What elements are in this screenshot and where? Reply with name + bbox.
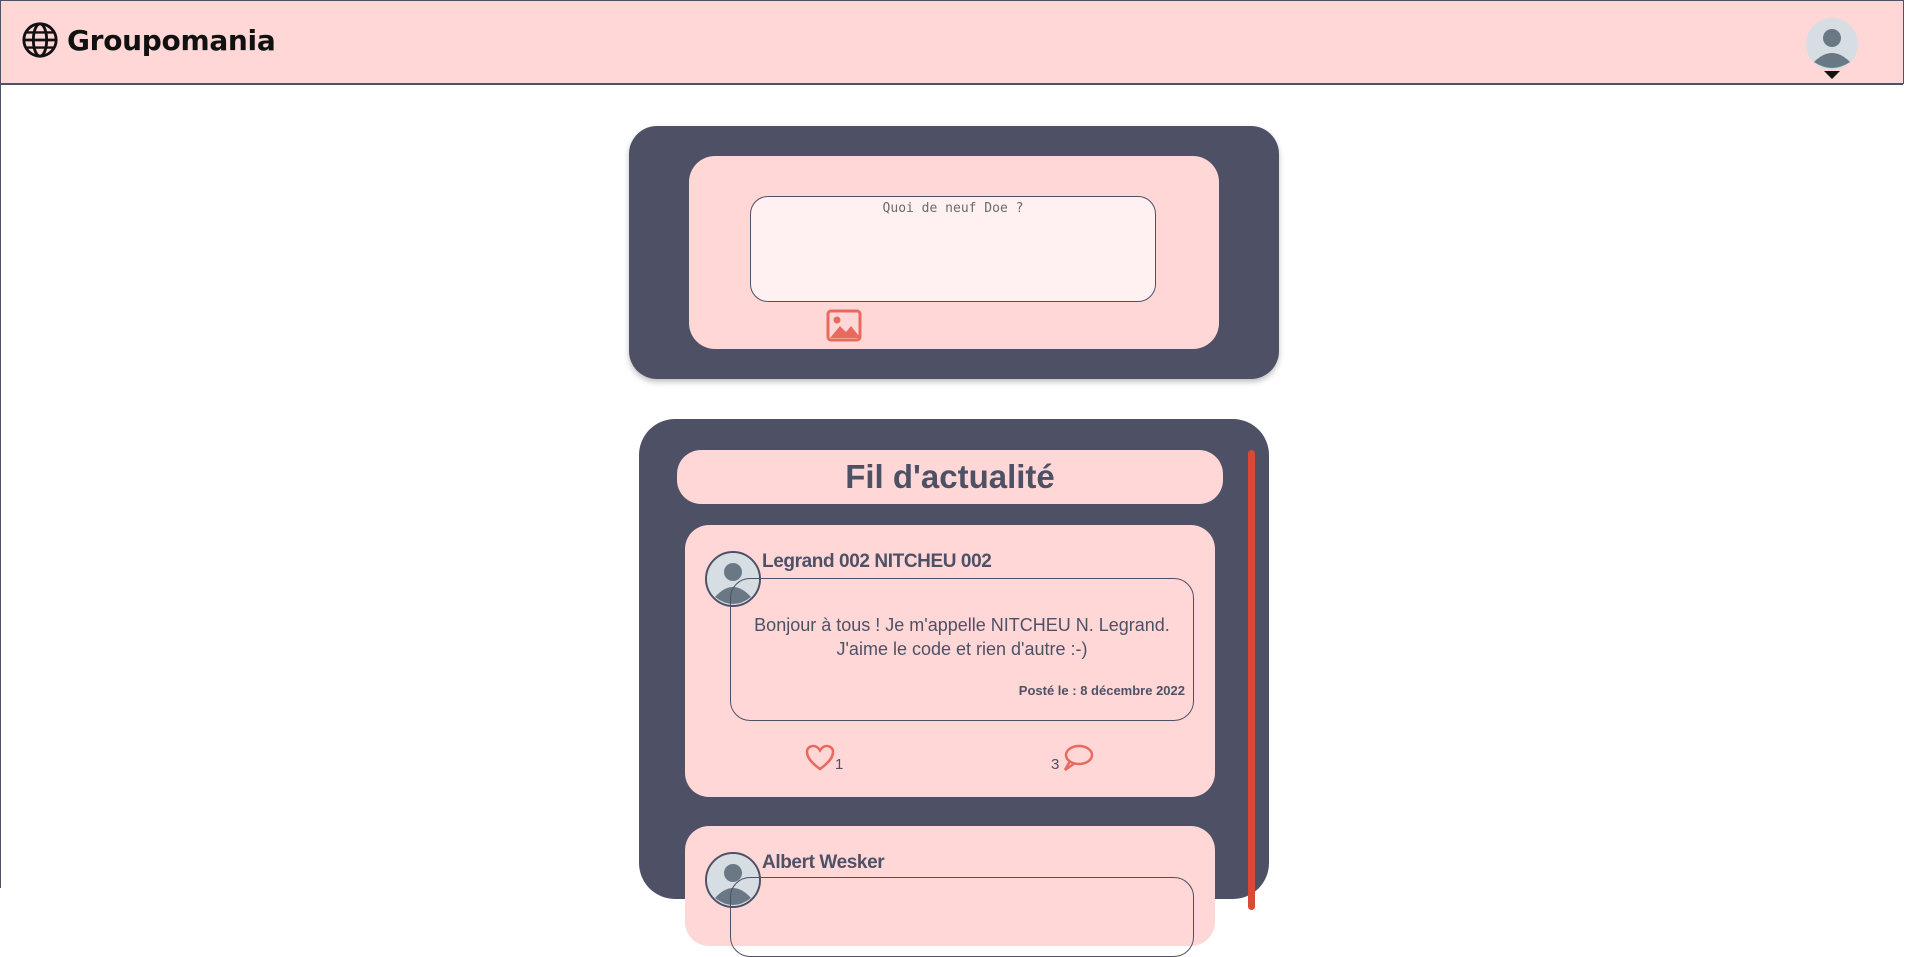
top-header: Groupomania [0, 0, 1904, 85]
profile-menu-button[interactable] [1806, 18, 1858, 79]
post-card: Legrand 002 NITCHEU 002 Bonjour à tous !… [685, 525, 1215, 797]
image-icon [826, 309, 862, 342]
composer-card [689, 156, 1219, 349]
post-composer [629, 126, 1279, 379]
like-button[interactable] [805, 744, 835, 775]
like-count: 1 [835, 756, 844, 773]
post-card: Albert Wesker [685, 826, 1215, 957]
page-edge [0, 84, 1, 888]
chevron-down-icon [1824, 71, 1840, 79]
feed-title: Fil d'actualité [677, 450, 1223, 504]
post-content: Bonjour à tous ! Je m'appelle NITCHEU N.… [730, 578, 1194, 721]
post-content [730, 877, 1194, 957]
post-text: Bonjour à tous ! Je m'appelle NITCHEU N.… [754, 615, 1170, 659]
user-avatar-icon [1806, 18, 1858, 70]
feed-scrollbar[interactable] [1248, 450, 1255, 910]
comment-count: 3 [1051, 756, 1060, 773]
post-author[interactable]: Albert Wesker [762, 852, 885, 874]
heart-icon [805, 744, 835, 771]
speech-bubble-icon [1063, 744, 1094, 772]
globe-icon [22, 22, 58, 58]
post-author[interactable]: Legrand 002 NITCHEU 002 [762, 551, 992, 573]
brand-name: Groupomania [67, 23, 276, 57]
image-upload-button[interactable] [826, 309, 862, 342]
post-input[interactable] [750, 196, 1156, 302]
news-feed: Fil d'actualité Legrand 002 NITCHEU 002 … [639, 419, 1269, 957]
post-actions: 1 3 [685, 744, 1215, 774]
comment-button[interactable] [1062, 744, 1094, 776]
post-date: Posté le : 8 décembre 2022 [1018, 683, 1185, 698]
brand[interactable]: Groupomania [21, 21, 276, 59]
